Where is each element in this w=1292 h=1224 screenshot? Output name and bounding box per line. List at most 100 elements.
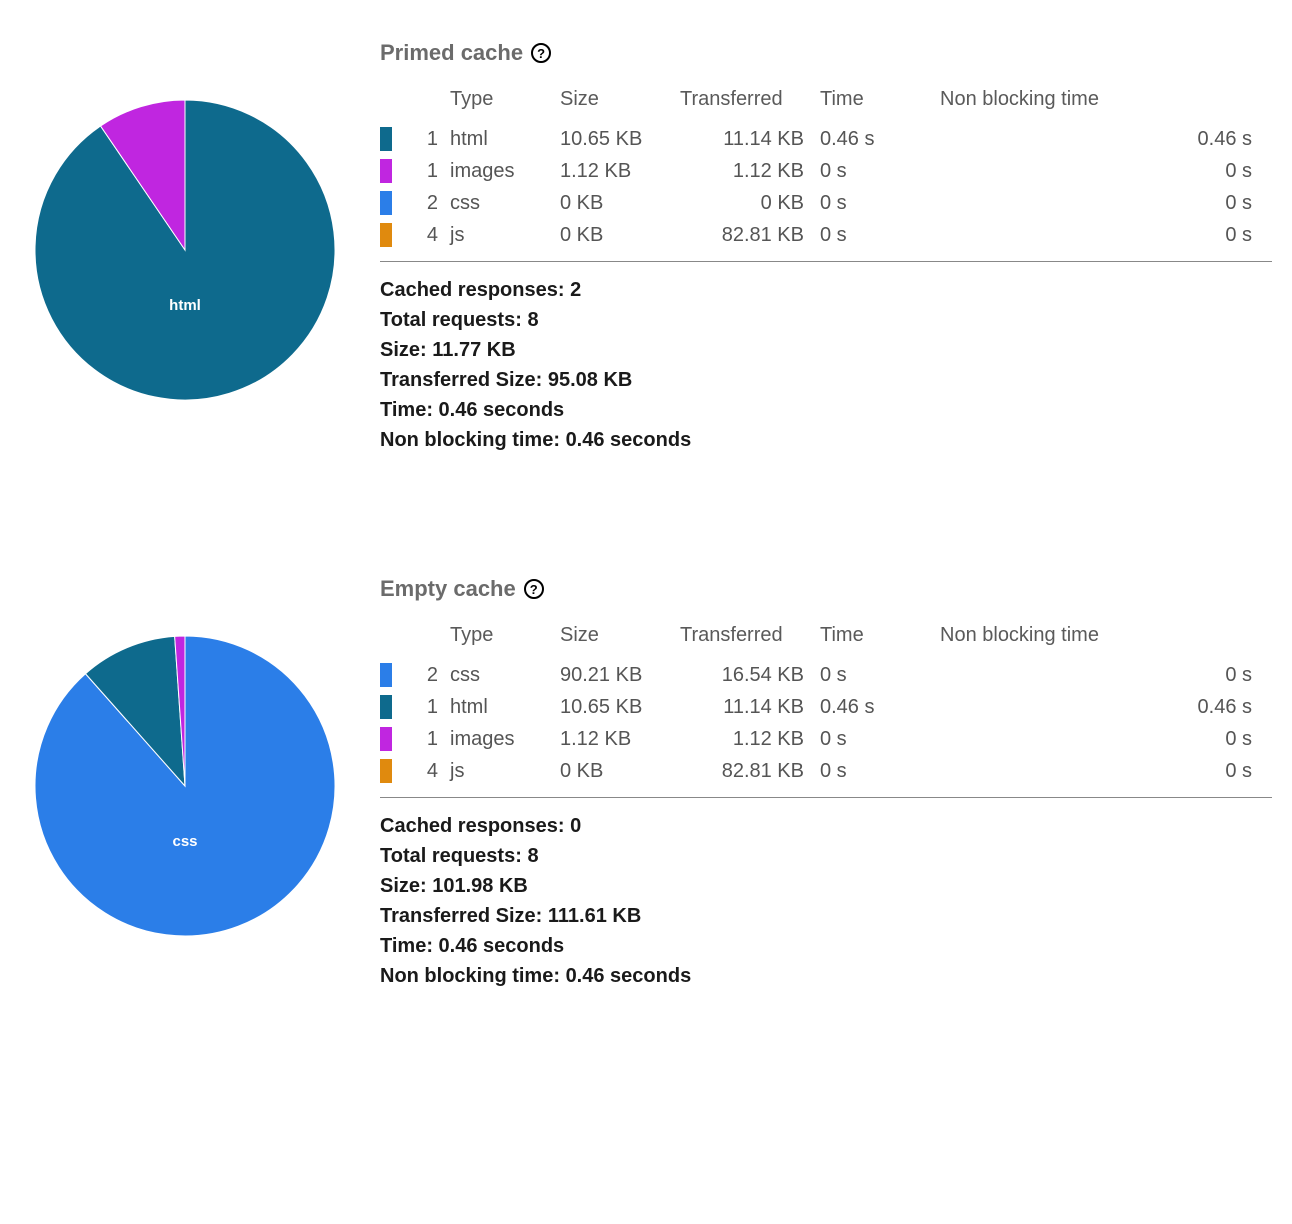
pie-container: html [20,40,350,410]
help-icon[interactable]: ? [524,579,544,599]
summary: Cached responses: 2 Total requests: 8 Si… [380,276,1272,454]
row-size: 1.12 KB [552,155,672,187]
row-size: 90.21 KB [552,659,672,691]
row-size: 0 KB [552,187,672,219]
th-transferred: Transferred [672,620,812,659]
summary-time: Time: 0.46 seconds [380,932,1272,960]
row-time: 0 s [812,187,932,219]
table-row: 2 css 90.21 KB 16.54 KB 0 s 0 s [380,659,1272,691]
th-time: Time [812,620,932,659]
row-type: images [442,155,552,187]
summary-time: Time: 0.46 seconds [380,396,1272,424]
details-pane: Empty cache ? Type Size Transferred Time… [380,576,1272,992]
row-time: 0 s [812,155,932,187]
row-nonblocking: 0 s [932,659,1272,691]
cache-section: css Empty cache ? Type Size Transferred … [20,576,1272,992]
svg-text:html: html [169,297,201,314]
row-size: 0 KB [552,219,672,261]
details-pane: Primed cache ? Type Size Transferred Tim… [380,40,1272,456]
color-swatch [380,695,392,719]
summary: Cached responses: 0 Total requests: 8 Si… [380,812,1272,990]
summary-transferred: Transferred Size: 95.08 KB [380,366,1272,394]
row-transferred: 11.14 KB [672,691,812,723]
summary-size: Size: 101.98 KB [380,872,1272,900]
summary-nonblocking: Non blocking time: 0.46 seconds [380,426,1272,454]
row-nonblocking: 0 s [932,187,1272,219]
row-type: js [442,219,552,261]
row-transferred: 16.54 KB [672,659,812,691]
th-transferred: Transferred [672,84,812,123]
color-swatch [380,759,392,783]
section-title: Empty cache ? [380,576,1272,602]
table-row: 4 js 0 KB 82.81 KB 0 s 0 s [380,755,1272,797]
pie-chart: html [25,90,345,410]
row-transferred: 1.12 KB [672,155,812,187]
row-type: css [442,659,552,691]
pie-chart: css [25,626,345,946]
row-time: 0 s [812,659,932,691]
row-time: 0.46 s [812,691,932,723]
row-time: 0 s [812,755,932,797]
table-row: 1 html 10.65 KB 11.14 KB 0.46 s 0.46 s [380,691,1272,723]
row-count: 4 [402,219,442,261]
row-count: 1 [402,123,442,155]
help-icon[interactable]: ? [531,43,551,63]
row-transferred: 82.81 KB [672,219,812,261]
summary-total: Total requests: 8 [380,842,1272,870]
summary-transferred: Transferred Size: 111.61 KB [380,902,1272,930]
row-count: 1 [402,691,442,723]
th-type: Type [442,84,552,123]
row-nonblocking: 0 s [932,155,1272,187]
row-transferred: 1.12 KB [672,723,812,755]
row-nonblocking: 0 s [932,219,1272,261]
row-type: css [442,187,552,219]
table-row: 1 images 1.12 KB 1.12 KB 0 s 0 s [380,723,1272,755]
row-type: html [442,691,552,723]
row-count: 2 [402,659,442,691]
th-time: Time [812,84,932,123]
table-row: 1 images 1.12 KB 1.12 KB 0 s 0 s [380,155,1272,187]
color-swatch [380,159,392,183]
row-transferred: 11.14 KB [672,123,812,155]
row-nonblocking: 0.46 s [932,691,1272,723]
row-transferred: 0 KB [672,187,812,219]
section-title-text: Primed cache [380,40,523,66]
summary-cached: Cached responses: 0 [380,812,1272,840]
color-swatch [380,191,392,215]
row-nonblocking: 0 s [932,723,1272,755]
row-size: 1.12 KB [552,723,672,755]
summary-nonblocking: Non blocking time: 0.46 seconds [380,962,1272,990]
th-type: Type [442,620,552,659]
th-size: Size [552,620,672,659]
resource-table: Type Size Transferred Time Non blocking … [380,84,1272,261]
row-type: images [442,723,552,755]
summary-total: Total requests: 8 [380,306,1272,334]
summary-size: Size: 11.77 KB [380,336,1272,364]
section-title-text: Empty cache [380,576,516,602]
divider [380,797,1272,798]
row-size: 0 KB [552,755,672,797]
resource-table: Type Size Transferred Time Non blocking … [380,620,1272,797]
th-nonblocking: Non blocking time [932,84,1272,123]
row-count: 1 [402,155,442,187]
row-count: 1 [402,723,442,755]
row-nonblocking: 0 s [932,755,1272,797]
cache-section: html Primed cache ? Type Size Transferre… [20,40,1272,456]
row-size: 10.65 KB [552,123,672,155]
table-row: 4 js 0 KB 82.81 KB 0 s 0 s [380,219,1272,261]
row-size: 10.65 KB [552,691,672,723]
row-type: js [442,755,552,797]
row-nonblocking: 0.46 s [932,123,1272,155]
color-swatch [380,663,392,687]
color-swatch [380,727,392,751]
row-time: 0 s [812,723,932,755]
table-row: 2 css 0 KB 0 KB 0 s 0 s [380,187,1272,219]
row-count: 4 [402,755,442,797]
divider [380,261,1272,262]
row-time: 0 s [812,219,932,261]
row-transferred: 82.81 KB [672,755,812,797]
color-swatch [380,127,392,151]
row-time: 0.46 s [812,123,932,155]
color-swatch [380,223,392,247]
row-type: html [442,123,552,155]
